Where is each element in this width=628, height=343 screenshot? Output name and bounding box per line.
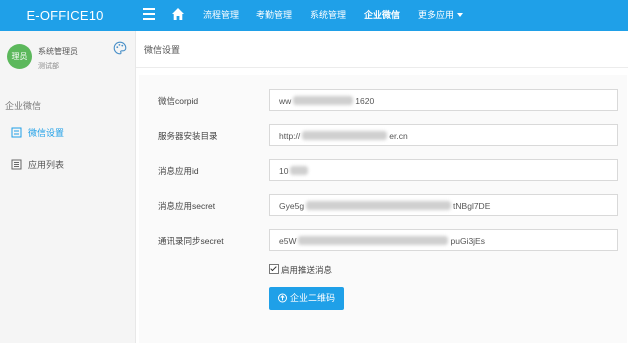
sidebar: 理员 系统管理员 测试部 企业微信 微信设置 应用列表 bbox=[0, 31, 136, 343]
field-value-end: tNBgl7DE bbox=[453, 201, 491, 211]
avatar[interactable]: 理员 bbox=[7, 44, 32, 69]
user-name: 系统管理员 bbox=[38, 47, 78, 56]
nav-item-attendance[interactable]: 考勤管理 bbox=[256, 0, 292, 31]
server-dir-label: 服务器安装目录 bbox=[158, 131, 218, 141]
menu-icon[interactable] bbox=[143, 8, 155, 22]
sidebar-item-label: 应用列表 bbox=[28, 160, 65, 170]
field-value-end: puGi3jEs bbox=[450, 236, 485, 246]
list-icon bbox=[11, 159, 22, 170]
palette-icon[interactable] bbox=[113, 41, 127, 55]
top-bar: E-OFFICE10 流程管理 考勤管理 系统管理 企业微信 更多应用 bbox=[0, 0, 628, 31]
redaction-blur bbox=[302, 131, 388, 140]
sidebar-item-label: 微信设置 bbox=[28, 128, 65, 138]
nav-item-system[interactable]: 系统管理 bbox=[310, 0, 346, 31]
user-dept: 测试部 bbox=[38, 63, 59, 70]
field-value-start: e5W bbox=[279, 236, 297, 246]
nav-item-more-label: 更多应用 bbox=[418, 10, 455, 20]
settings-icon bbox=[11, 127, 22, 138]
field-value-end: er.cn bbox=[389, 131, 408, 141]
home-icon[interactable] bbox=[171, 7, 185, 21]
field-value-start: http:// bbox=[279, 131, 301, 141]
nav-item-workflow[interactable]: 流程管理 bbox=[203, 0, 239, 31]
redaction-blur bbox=[293, 96, 354, 105]
push-message-option[interactable]: 启用推送消息 bbox=[269, 264, 332, 276]
upload-icon bbox=[277, 293, 287, 303]
main-content: 微信设置 bbox=[136, 31, 628, 343]
push-message-checkbox[interactable] bbox=[269, 264, 279, 274]
message-app-id-field[interactable]: 10 bbox=[269, 159, 618, 181]
qr-button-label: 企业二维码 bbox=[289, 293, 335, 303]
corpid-field[interactable]: ww 1620 bbox=[269, 89, 618, 111]
app-logo: E-OFFICE10 bbox=[26, 8, 104, 23]
contacts-sync-secret-label: 通讯录同步secret bbox=[158, 236, 224, 246]
message-app-secret-label: 消息应用secret bbox=[158, 201, 216, 211]
nav-item-more-apps[interactable]: 更多应用 bbox=[418, 0, 464, 31]
message-app-id-label: 消息应用id bbox=[158, 166, 199, 176]
contacts-sync-secret-field[interactable]: e5W puGi3jEs bbox=[269, 229, 618, 251]
redaction-blur bbox=[306, 201, 452, 210]
field-value-end: 1620 bbox=[355, 96, 375, 106]
sidebar-item-wechat-settings[interactable]: 微信设置 bbox=[11, 126, 64, 140]
sidebar-section-title: 企业微信 bbox=[5, 101, 42, 111]
server-dir-field[interactable]: http:// er.cn bbox=[269, 124, 618, 146]
redaction-blur bbox=[298, 236, 449, 245]
page-title: 微信设置 bbox=[144, 45, 181, 55]
redaction-blur bbox=[290, 166, 309, 175]
chevron-down-icon bbox=[457, 13, 464, 17]
page-header: 微信设置 bbox=[136, 31, 628, 68]
corpid-label: 微信corpid bbox=[158, 96, 199, 106]
field-value-start: ww bbox=[279, 96, 292, 106]
push-message-label: 启用推送消息 bbox=[281, 265, 333, 275]
nav-item-wechat[interactable]: 企业微信 bbox=[364, 0, 400, 31]
message-app-secret-field[interactable]: Gye5g tNBgl7DE bbox=[269, 194, 618, 216]
field-value-start: Gye5g bbox=[279, 201, 305, 211]
sidebar-item-app-list[interactable]: 应用列表 bbox=[11, 158, 64, 172]
enterprise-qrcode-button[interactable]: 企业二维码 bbox=[269, 287, 344, 310]
field-value-start: 10 bbox=[279, 166, 289, 176]
